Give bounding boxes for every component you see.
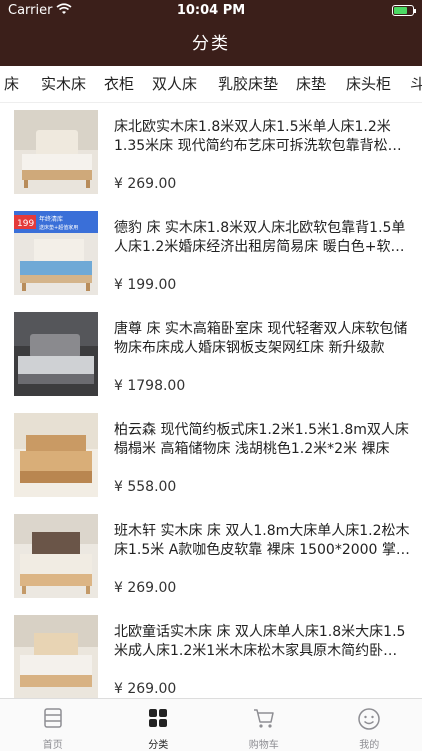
product-price: ¥ 269.00 <box>114 580 176 596</box>
tab-label: 首页 <box>0 736 106 751</box>
page-title: 分类 <box>192 34 230 54</box>
product-title: 北欧童话实木床 床 双人床单人床1.8米大床1.5米成人床1.2米1米木床松木家… <box>114 623 410 661</box>
product-row[interactable]: 班木轩 实木床 床 双人1.8m大床单人床1.2松木床1.5米 A款咖色皮软靠 … <box>0 506 422 607</box>
badge-line2: 送床垫+超值家用 <box>39 224 78 231</box>
badge-price: 199 <box>17 219 34 229</box>
tab-label: 分类 <box>106 736 212 751</box>
category-tab[interactable]: 衣柜 <box>104 66 134 102</box>
product-list[interactable]: 床北欧实木床1.8米双人床1.5米单人床1.2米1.35米床 现代简约布艺床可拆… <box>0 102 422 698</box>
tab-label: 我的 <box>317 736 422 751</box>
category-tab[interactable]: 双人床 <box>152 66 197 102</box>
product-title: 德豹 床 实木床1.8米双人床北欧软包靠背1.5单人床1.2米婚床经济出租房简易… <box>114 219 410 257</box>
product-image: 199 年终清库 送床垫+超值家用 <box>14 211 98 295</box>
category-tab[interactable]: 乳胶床垫 <box>218 66 278 102</box>
tab-label: 购物车 <box>211 736 317 751</box>
category-tab[interactable]: 实木床 <box>41 66 86 102</box>
product-image <box>14 615 98 698</box>
product-image <box>14 110 98 194</box>
product-image <box>14 514 98 598</box>
cart-icon <box>252 707 276 733</box>
product-title: 床北欧实木床1.8米双人床1.5米单人床1.2米1.35米床 现代简约布艺床可拆… <box>114 118 410 156</box>
category-tab[interactable]: 床 <box>4 66 19 102</box>
badge-line1: 年终清库 <box>39 215 63 223</box>
product-title: 班木轩 实木床 床 双人1.8m大床单人床1.2松木床1.5米 A款咖色皮软靠 … <box>114 522 410 560</box>
product-price: ¥ 199.00 <box>114 277 176 293</box>
category-tab[interactable]: 床头柜 <box>346 66 391 102</box>
home-icon <box>42 707 64 733</box>
status-time: 10:04 PM <box>0 3 422 18</box>
product-title: 唐尊 床 实木高箱卧室床 现代轻奢双人床软包储物床布床成人婚床钢板支架网红床 新… <box>114 320 410 358</box>
tab-home[interactable]: 首页 <box>0 699 106 751</box>
product-title: 柏云森 现代简约板式床1.2米1.5米1.8m双人床榻榻米 高箱储物床 浅胡桃色… <box>114 421 410 459</box>
category-strip[interactable]: 床 实木床 衣柜 双人床 乳胶床垫 床垫 床头柜 斗 <box>0 66 422 103</box>
product-price: ¥ 269.00 <box>114 681 176 697</box>
product-row[interactable]: 床北欧实木床1.8米双人床1.5米单人床1.2米1.35米床 现代简约布艺床可拆… <box>0 102 422 203</box>
product-price: ¥ 1798.00 <box>114 378 185 394</box>
battery-icon <box>392 5 414 16</box>
tab-profile[interactable]: 我的 <box>317 699 422 751</box>
product-price: ¥ 558.00 <box>114 479 176 495</box>
category-tab[interactable]: 斗 <box>410 66 422 102</box>
product-row[interactable]: 199 年终清库 送床垫+超值家用 德豹 床 实木床1.8米双人床北欧软包靠背1… <box>0 203 422 304</box>
tab-bar: 首页 分类 购物车 <box>0 698 422 751</box>
product-image <box>14 413 98 497</box>
tab-cart[interactable]: 购物车 <box>211 699 317 751</box>
product-price: ¥ 269.00 <box>114 176 176 192</box>
status-bar: Carrier 10:04 PM <box>0 0 422 22</box>
smile-icon <box>357 707 381 735</box>
product-row[interactable]: 柏云森 现代简约板式床1.2米1.5米1.8m双人床榻榻米 高箱储物床 浅胡桃色… <box>0 405 422 506</box>
product-image <box>14 312 98 396</box>
category-tab[interactable]: 床垫 <box>296 66 326 102</box>
grid-icon <box>147 707 169 733</box>
product-row[interactable]: 唐尊 床 实木高箱卧室床 现代轻奢双人床软包储物床布床成人婚床钢板支架网红床 新… <box>0 304 422 405</box>
tab-category[interactable]: 分类 <box>106 699 212 751</box>
product-row[interactable]: 北欧童话实木床 床 双人床单人床1.8米大床1.5米成人床1.2米1米木床松木家… <box>0 607 422 698</box>
nav-bar: 分类 <box>0 22 422 66</box>
